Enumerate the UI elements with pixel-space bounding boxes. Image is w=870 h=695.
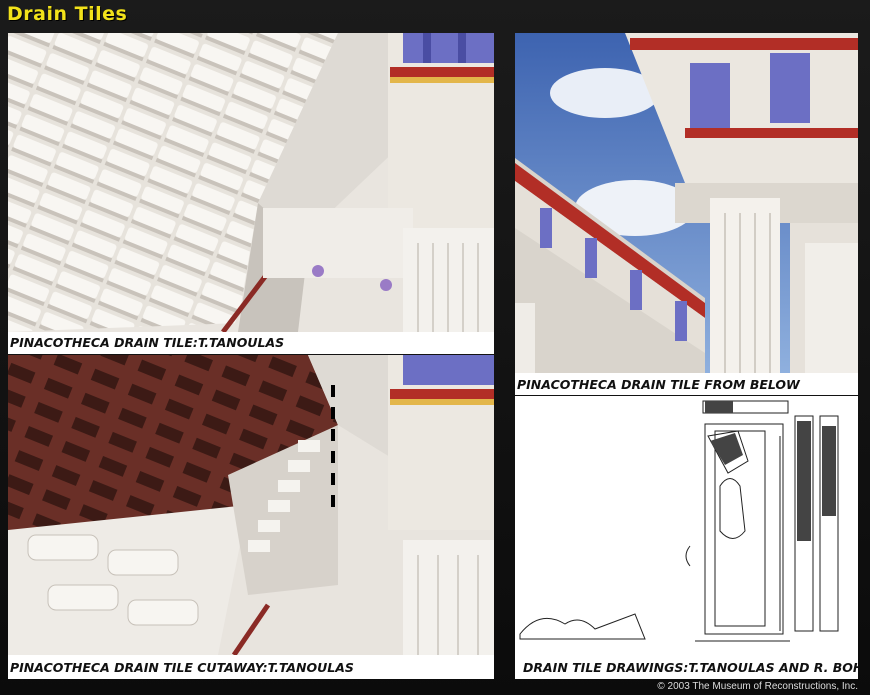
- image-drain-tile-drawings: [515, 396, 858, 654]
- image-drain-tile-from-below: [515, 33, 858, 373]
- page-title: Drain Tiles: [7, 3, 128, 25]
- image-drain-tile-cutaway: [8, 355, 494, 655]
- copyright-footer: © 2003 The Museum of Reconstructions, In…: [657, 681, 858, 692]
- caption-top-right: PINACOTHECA DRAIN TILE FROM BELOW: [517, 377, 800, 392]
- panel-top-left: PINACOTHECA DRAIN TILE:T.TANOULAS: [8, 33, 494, 354]
- image-drain-tile-roof: [8, 33, 494, 332]
- panel-bottom-left: PINACOTHECA DRAIN TILE CUTAWAY:T.TANOULA…: [8, 355, 494, 679]
- panel-bottom-right: DRAIN TILE DRAWINGS:T.TANOULAS AND R. BO…: [515, 396, 858, 679]
- caption-top-left: PINACOTHECA DRAIN TILE:T.TANOULAS: [10, 335, 285, 350]
- window-frame: Drain Tiles PINACOTHECA DRAIN TILE:T.TAN…: [0, 0, 870, 695]
- caption-bottom-left: PINACOTHECA DRAIN TILE CUTAWAY:T.TANOULA…: [10, 660, 354, 675]
- panel-top-right: PINACOTHECA DRAIN TILE FROM BELOW: [515, 33, 858, 395]
- caption-bottom-right: DRAIN TILE DRAWINGS:T.TANOULAS AND R. BO…: [523, 660, 858, 675]
